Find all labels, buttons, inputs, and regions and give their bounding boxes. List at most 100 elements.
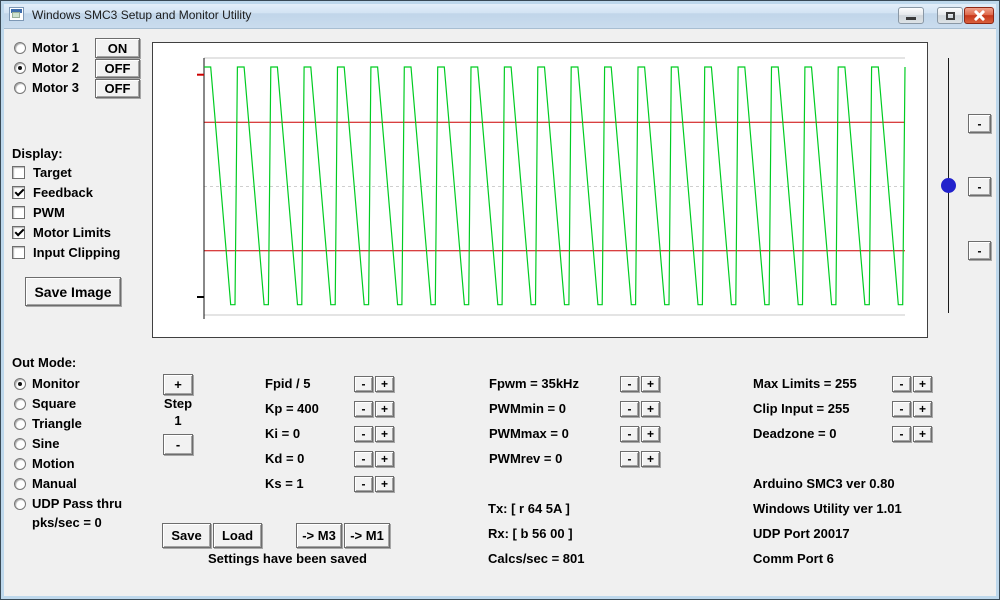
udp-port: UDP Port 20017 [753, 526, 850, 542]
max-limits-label: Max Limits = 255 [753, 376, 857, 392]
utility-version: Windows Utility ver 1.01 [753, 501, 902, 517]
ki-minus-button[interactable]: - [354, 426, 373, 442]
arduino-version: Arduino SMC3 ver 0.80 [753, 476, 895, 492]
deadzone-plus-button[interactable]: + [913, 426, 932, 442]
kd-plus-button[interactable]: + [375, 451, 394, 467]
display-checkbox-0[interactable] [12, 166, 25, 179]
fpwm-label: Fpwm = 35kHz [489, 376, 579, 392]
kd-minus-button[interactable]: - [354, 451, 373, 467]
radio-mode-udp[interactable] [14, 498, 26, 510]
mode-udp-label: UDP Pass thru [32, 496, 122, 512]
clip-input-label: Clip Input = 255 [753, 401, 849, 417]
mode-triangle-label: Triangle [32, 416, 82, 432]
save-button[interactable]: Save [162, 523, 211, 548]
radio-mode-monitor[interactable] [14, 378, 26, 390]
radio-mode-manual[interactable] [14, 478, 26, 490]
radio-mode-triangle[interactable] [14, 418, 26, 430]
radio-motor-1[interactable] [14, 42, 26, 54]
deadzone-minus-button[interactable]: - [892, 426, 911, 442]
minimize-icon [906, 17, 916, 20]
close-icon [974, 10, 985, 21]
step-plus-button[interactable]: + [163, 374, 193, 395]
maximize-button[interactable] [937, 7, 963, 24]
mode-square-label: Square [32, 396, 76, 412]
pwmmin-minus-button[interactable]: - [620, 401, 639, 417]
display-option-target: Target [33, 165, 72, 181]
mode-monitor-label: Monitor [32, 376, 80, 392]
radio-motor-2[interactable] [14, 62, 26, 74]
motor-3-label: Motor 3 [32, 80, 79, 96]
ks-label: Ks = 1 [265, 476, 304, 492]
display-option-feedback: Feedback [33, 185, 93, 201]
display-checkbox-1[interactable] [12, 186, 25, 199]
deadzone-label: Deadzone = 0 [753, 426, 836, 442]
pwmrev-label: PWMrev = 0 [489, 451, 562, 467]
step-minus-button[interactable]: - [163, 434, 193, 455]
motor-1-label: Motor 1 [32, 40, 79, 56]
close-button[interactable] [964, 7, 994, 24]
kp-label: Kp = 400 [265, 401, 319, 417]
titlebar[interactable]: Windows SMC3 Setup and Monitor Utility [1, 1, 999, 29]
offset-slider-thumb[interactable] [941, 178, 956, 193]
side-minus-button-bottom[interactable]: - [968, 241, 991, 260]
ks-minus-button[interactable]: - [354, 476, 373, 492]
mode-motion-label: Motion [32, 456, 75, 472]
display-checkbox-3[interactable] [12, 226, 25, 239]
motor-3-power-button[interactable]: OFF [95, 79, 140, 98]
fpwm-plus-button[interactable]: + [641, 376, 660, 392]
tx-status: Tx: [ r 64 5A ] [488, 501, 570, 517]
minimize-button[interactable] [898, 7, 924, 24]
scope-plot [153, 43, 927, 337]
pwmrev-minus-button[interactable]: - [620, 451, 639, 467]
fpwm-minus-button[interactable]: - [620, 376, 639, 392]
load-button[interactable]: Load [213, 523, 262, 548]
kd-label: Kd = 0 [265, 451, 304, 467]
fpid-plus-button[interactable]: + [375, 376, 394, 392]
rx-status: Rx: [ b 56 00 ] [488, 526, 573, 542]
calcs-per-sec: Calcs/sec = 801 [488, 551, 585, 567]
clip-input-minus-button[interactable]: - [892, 401, 911, 417]
maximize-icon [946, 12, 955, 20]
display-option-pwm: PWM [33, 205, 65, 221]
pks-per-sec-label: pks/sec = 0 [32, 515, 102, 531]
pwmmax-label: PWMmax = 0 [489, 426, 569, 442]
fpid-minus-button[interactable]: - [354, 376, 373, 392]
ki-plus-button[interactable]: + [375, 426, 394, 442]
pwmmin-label: PWMmin = 0 [489, 401, 566, 417]
display-heading: Display: [12, 146, 63, 162]
display-checkbox-4[interactable] [12, 246, 25, 259]
side-minus-button-middle[interactable]: - [968, 177, 991, 196]
motor-1-power-button[interactable]: ON [95, 38, 140, 58]
max-limits-plus-button[interactable]: + [913, 376, 932, 392]
ks-plus-button[interactable]: + [375, 476, 394, 492]
display-option-input-clipping: Input Clipping [33, 245, 120, 261]
radio-motor-3[interactable] [14, 82, 26, 94]
radio-mode-motion[interactable] [14, 458, 26, 470]
kp-plus-button[interactable]: + [375, 401, 394, 417]
display-option-motor-limits: Motor Limits [33, 225, 111, 241]
ki-label: Ki = 0 [265, 426, 300, 442]
out-mode-heading: Out Mode: [12, 355, 76, 371]
max-limits-minus-button[interactable]: - [892, 376, 911, 392]
comm-port: Comm Port 6 [753, 551, 834, 567]
app-icon [9, 7, 24, 21]
to-m3-button[interactable]: -> M3 [296, 523, 342, 548]
radio-mode-sine[interactable] [14, 438, 26, 450]
motor-2-power-button[interactable]: OFF [95, 59, 140, 78]
window-title: Windows SMC3 Setup and Monitor Utility [32, 8, 251, 22]
to-m1-button[interactable]: -> M1 [344, 523, 390, 548]
pwmmax-minus-button[interactable]: - [620, 426, 639, 442]
pwmmax-plus-button[interactable]: + [641, 426, 660, 442]
mode-manual-label: Manual [32, 476, 77, 492]
display-checkbox-2[interactable] [12, 206, 25, 219]
scope-panel [152, 42, 928, 338]
radio-mode-square[interactable] [14, 398, 26, 410]
app-window: Windows SMC3 Setup and Monitor Utility M… [0, 0, 1000, 600]
kp-minus-button[interactable]: - [354, 401, 373, 417]
pwmrev-plus-button[interactable]: + [641, 451, 660, 467]
clip-input-plus-button[interactable]: + [913, 401, 932, 417]
save-image-button[interactable]: Save Image [25, 277, 121, 306]
side-minus-button-top[interactable]: - [968, 114, 991, 133]
step-value: 1 [160, 413, 196, 429]
pwmmin-plus-button[interactable]: + [641, 401, 660, 417]
